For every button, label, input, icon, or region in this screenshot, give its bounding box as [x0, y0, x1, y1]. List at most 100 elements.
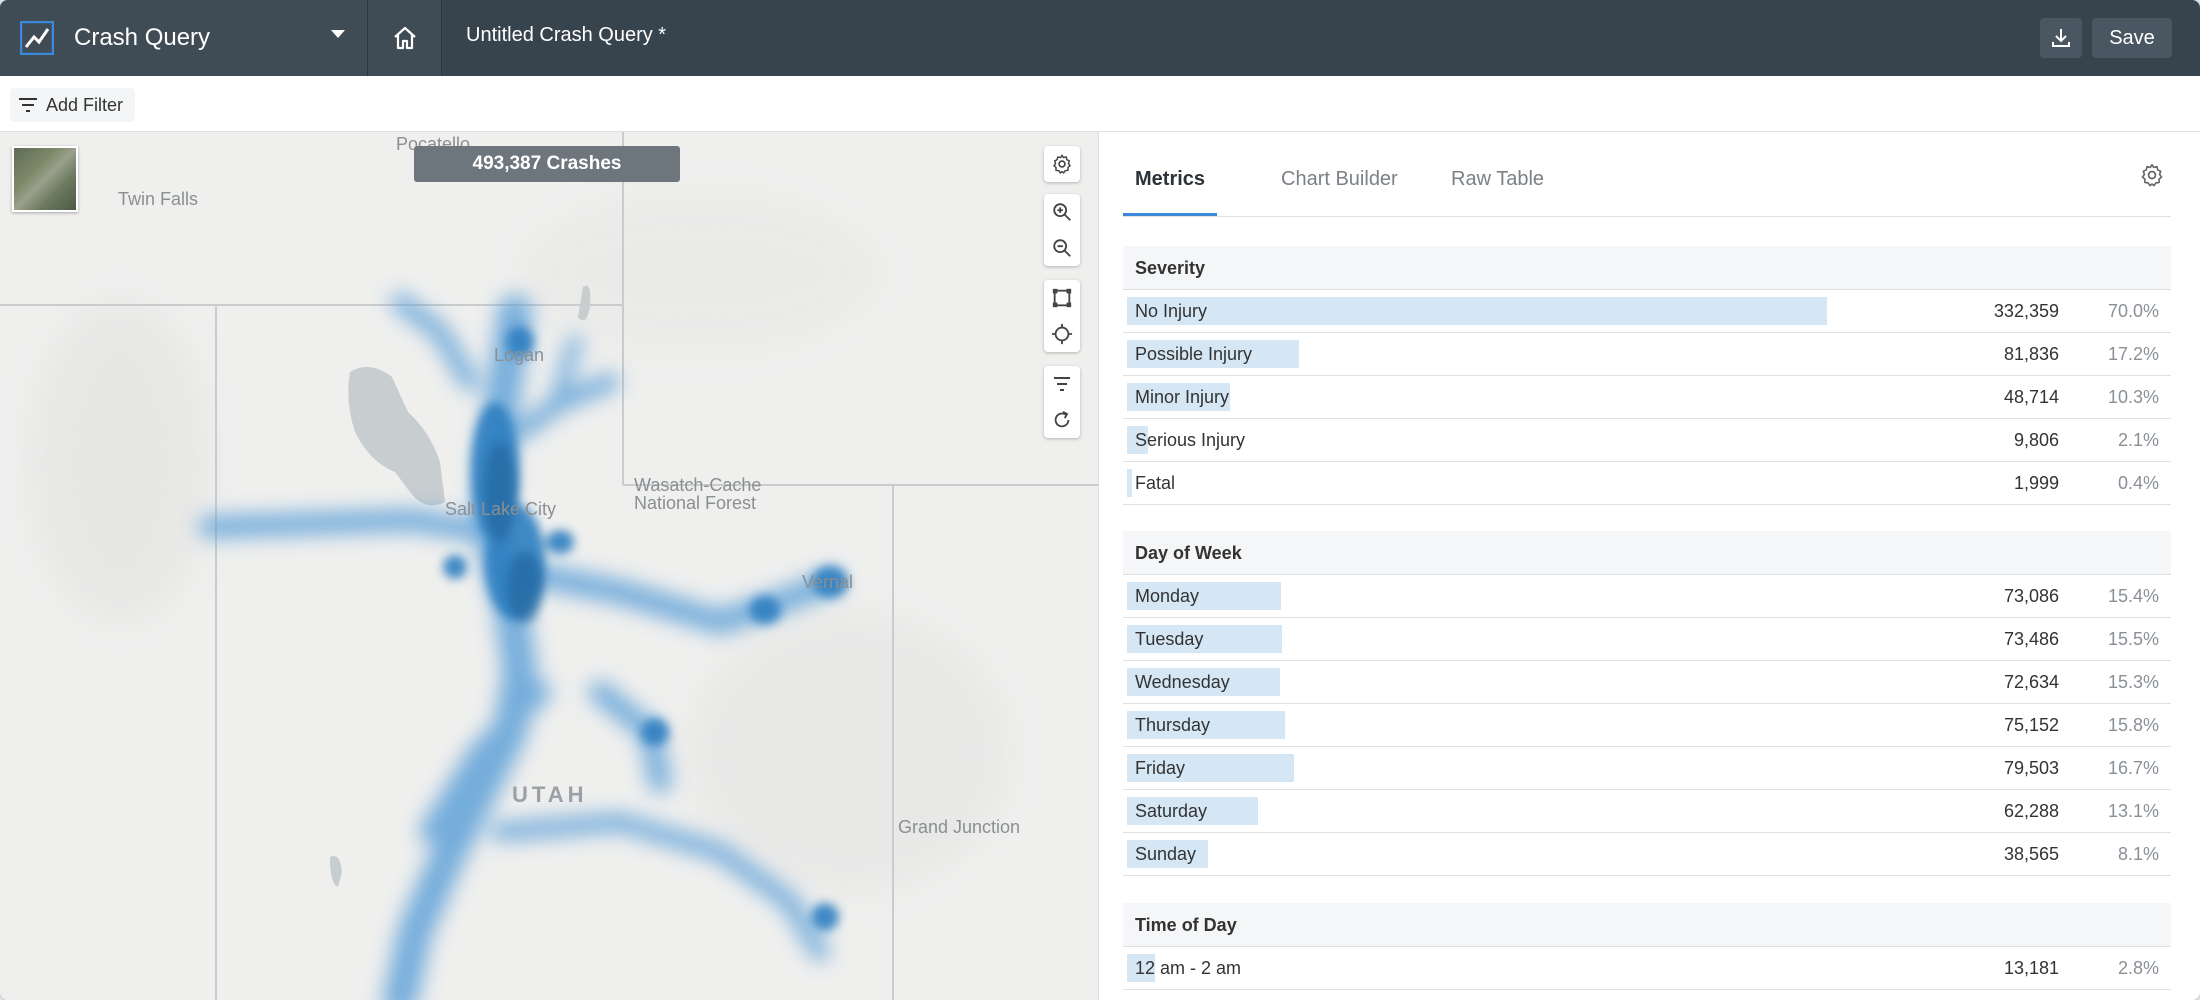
download-icon: [2052, 29, 2070, 47]
metric-count: 73,086: [2003, 586, 2059, 606]
draw-controls: [1044, 280, 1080, 352]
metric-count: 38,565: [2003, 844, 2059, 864]
metric-row[interactable]: Minor Injury 48,714 10.3%: [1123, 376, 2171, 419]
metric-row[interactable]: Fatal 1,999 0.4%: [1123, 462, 2171, 505]
zoom-in-icon: [1053, 203, 1071, 221]
metric-label: Fatal: [1135, 473, 1176, 493]
metric-count: 332,359: [1993, 301, 2059, 321]
zoom-controls: [1044, 194, 1080, 266]
home-icon: [393, 26, 416, 50]
metric-count: 72,634: [2003, 672, 2059, 692]
satellite-basemap-toggle[interactable]: [12, 146, 78, 212]
crosshair-icon: [1051, 323, 1073, 345]
tab-metrics[interactable]: Metrics: [1135, 168, 1205, 191]
metric-row[interactable]: Saturday 62,288 13.1%: [1123, 790, 2171, 833]
metric-percent: 8.1%: [2117, 844, 2159, 864]
gear-icon: [1053, 154, 1071, 174]
add-filter-button[interactable]: Add Filter: [10, 88, 136, 122]
add-filter-label: Add Filter: [46, 94, 124, 115]
map-label-logan: Logan: [494, 345, 545, 365]
time-of-day-section: Time of Day 12 am - 2 am 13,181 2.8%: [1123, 903, 2171, 990]
refresh-button[interactable]: [1044, 402, 1080, 438]
metric-row[interactable]: Wednesday 72,634 15.3%: [1123, 661, 2171, 704]
zoom-out-button[interactable]: [1044, 230, 1080, 266]
query-title[interactable]: Untitled Crash Query *: [466, 24, 666, 47]
metric-row[interactable]: Serious Injury 9,806 2.1%: [1123, 419, 2171, 462]
metric-percent: 15.8%: [2107, 715, 2159, 735]
metric-label: Friday: [1135, 758, 1186, 778]
app-name: Crash Query: [74, 24, 211, 51]
active-tab-indicator: [1123, 213, 1217, 216]
layer-controls: [1044, 366, 1080, 438]
metric-count: 73,486: [2003, 629, 2059, 649]
save-button[interactable]: Save: [2092, 18, 2172, 58]
map-filter-button[interactable]: [1044, 366, 1080, 402]
download-button[interactable]: [2040, 18, 2082, 58]
metric-row[interactable]: Sunday 38,565 8.1%: [1123, 833, 2171, 876]
map-label-twin-falls: Twin Falls: [118, 189, 199, 209]
metric-count: 79,503: [2003, 758, 2059, 778]
metric-percent: 16.7%: [2107, 758, 2159, 778]
map-label-national-forest: National Forest: [634, 493, 757, 513]
app-switcher[interactable]: Crash Query: [0, 0, 368, 76]
metric-percent: 10.3%: [2107, 387, 2159, 407]
locate-button[interactable]: [1044, 316, 1080, 352]
metric-row[interactable]: Monday 73,086 15.4%: [1123, 575, 2171, 618]
metric-percent: 15.3%: [2107, 672, 2159, 692]
metrics-panel: Metrics Chart Builder Raw Table Severity…: [1098, 132, 2200, 1000]
metric-row[interactable]: Tuesday 73,486 15.5%: [1123, 618, 2171, 661]
metric-row[interactable]: 12 am - 2 am 13,181 2.8%: [1123, 947, 2171, 990]
filter-lines-icon: [1054, 377, 1070, 391]
metric-count: 48,714: [2003, 387, 2059, 407]
metric-label: Saturday: [1135, 801, 1208, 821]
panel-settings-button[interactable]: [2139, 162, 2165, 193]
polygon-select-icon: [1052, 288, 1072, 308]
draw-polygon-button[interactable]: [1044, 280, 1080, 316]
metric-row[interactable]: Possible Injury 81,836 17.2%: [1123, 333, 2171, 376]
map-label-vernal: Vernal: [802, 572, 854, 592]
map-label-salt-lake-city: Salt Lake City: [445, 499, 557, 519]
section-title: Day of Week: [1123, 531, 2171, 575]
metric-row[interactable]: Thursday 75,152 15.8%: [1123, 704, 2171, 747]
metric-percent: 2.8%: [2117, 958, 2159, 978]
map-label-grand-junction: Grand Junction: [898, 817, 1021, 837]
metric-rows: No Injury 332,359 70.0% Possible Injury 81,8…: [1123, 290, 2171, 505]
day-of-week-section: Day of Week Monday 73,086 15.4% Tuesday 73,4…: [1123, 531, 2171, 876]
metric-label: 12 am - 2 am: [1135, 958, 1242, 978]
metric-label: Sunday: [1135, 844, 1197, 864]
metric-count: 62,288: [2003, 801, 2059, 821]
filter-bar: Add Filter: [0, 76, 2200, 132]
metric-percent: 17.2%: [2107, 344, 2159, 364]
crash-count-badge: 493,387 Crashes: [414, 146, 680, 182]
metric-label: Minor Injury: [1135, 387, 1230, 407]
tab-chart-builder[interactable]: Chart Builder: [1281, 168, 1398, 191]
metric-percent: 15.4%: [2107, 586, 2159, 606]
metric-bar: [1127, 297, 1827, 325]
home-button[interactable]: [368, 0, 442, 76]
metric-count: 1,999: [2013, 473, 2059, 493]
metric-row[interactable]: No Injury 332,359 70.0%: [1123, 290, 2171, 333]
caret-down-icon[interactable]: [331, 30, 345, 38]
metric-label: Wednesday: [1135, 672, 1230, 692]
metric-count: 75,152: [2003, 715, 2059, 735]
metric-row[interactable]: Friday 79,503 16.7%: [1123, 747, 2171, 790]
top-bar: Crash Query Untitled Crash Query * Save: [0, 0, 2200, 76]
panel-tabs: Metrics Chart Builder Raw Table: [1123, 154, 2171, 217]
metric-count: 9,806: [2013, 430, 2059, 450]
gear-icon: [2141, 163, 2163, 187]
filter-lines-icon: [19, 98, 37, 112]
zoom-in-button[interactable]: [1044, 194, 1080, 230]
map-basemap: [0, 132, 1098, 1000]
metric-count: 81,836: [2003, 344, 2059, 364]
metric-label: Thursday: [1135, 715, 1211, 735]
tab-raw-table[interactable]: Raw Table: [1451, 168, 1544, 191]
metric-percent: 2.1%: [2117, 430, 2159, 450]
section-title: Time of Day: [1123, 903, 2171, 947]
crash-map[interactable]: Pocatello Twin Falls Logan Salt Lake Cit…: [0, 132, 1098, 1000]
map-settings-button[interactable]: [1044, 146, 1080, 182]
metric-label: Serious Injury: [1135, 430, 1246, 450]
metric-label: Tuesday: [1135, 629, 1204, 649]
crash-query-app: Crash Query Untitled Crash Query * Save …: [0, 0, 2200, 1000]
metric-label: Monday: [1135, 586, 1200, 606]
trend-logo-icon: [20, 21, 54, 55]
